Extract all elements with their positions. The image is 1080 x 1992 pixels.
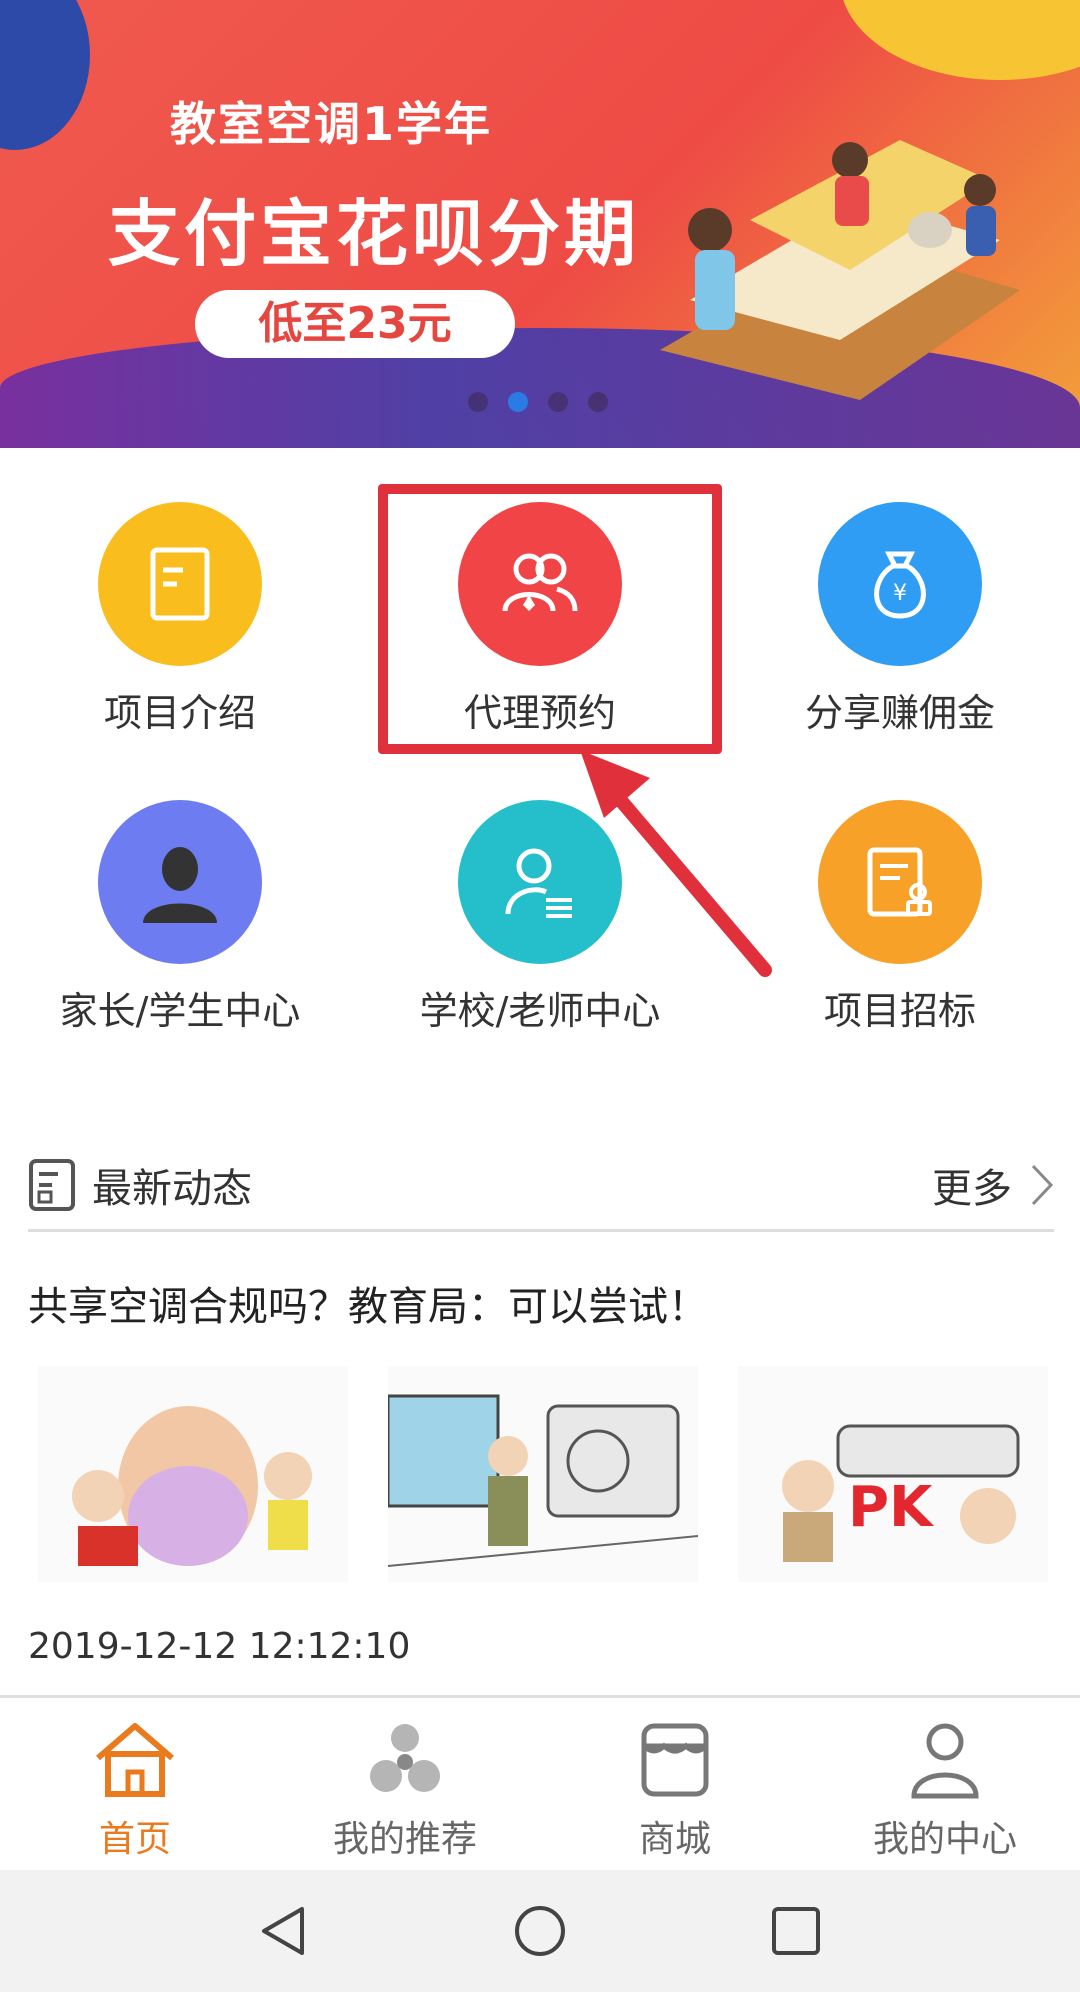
tab-my-recommendations[interactable]: 我的推荐 <box>270 1698 540 1870</box>
tab-label: 我的推荐 <box>332 1819 477 1860</box>
banner-decoration <box>0 0 90 150</box>
tab-home[interactable]: 首页 <box>0 1698 270 1870</box>
news-thumbnails[interactable]: PK <box>38 1366 1048 1582</box>
tab-label: 首页 <box>98 1819 171 1860</box>
person-silhouette-icon <box>98 800 262 964</box>
grid-item-label: 学校/老师中心 <box>419 989 661 1033</box>
tab-label: 我的中心 <box>872 1819 1017 1860</box>
grid-item-label: 项目招标 <box>823 989 976 1033</box>
tab-store[interactable]: 商城 <box>540 1698 810 1870</box>
news-thumbnail-pk[interactable]: PK <box>738 1366 1048 1582</box>
home-circle-icon[interactable] <box>512 1903 568 1959</box>
more-link[interactable]: 更多 <box>932 1156 1054 1214</box>
svg-text:¥: ¥ <box>893 581 907 606</box>
recommend-icon <box>370 1724 440 1792</box>
news-timestamp: 2019-12-12 12:12:10 <box>28 1626 411 1667</box>
document-icon <box>98 502 262 666</box>
banner-illustration <box>660 140 1020 400</box>
bottom-tab-bar: 首页 我的推荐 商城 我的中心 <box>0 1698 1080 1870</box>
grid-item-label: 家长/学生中心 <box>59 989 301 1033</box>
annotation-arrow <box>580 750 772 977</box>
news-headline[interactable]: 共享空调合规吗？教育局：可以尝试！ <box>28 1274 708 1332</box>
banner-headline: 教室空调1学年 <box>170 97 493 151</box>
banner-title: 支付宝花呗分期 <box>108 192 641 276</box>
back-icon[interactable] <box>256 1903 312 1959</box>
svg-text:PK: PK <box>848 1475 935 1540</box>
grid-item-label: 分享赚佣金 <box>804 691 995 735</box>
tab-label: 商城 <box>638 1819 711 1860</box>
tab-my-center[interactable]: 我的中心 <box>810 1698 1080 1870</box>
banner-price-pill: 低至23元 <box>195 290 515 358</box>
store-icon <box>641 1723 709 1797</box>
money-bag-icon: ¥ <box>818 502 982 666</box>
chevron-right-icon <box>1031 1164 1054 1205</box>
news-thumbnail-cartoon[interactable] <box>38 1366 348 1582</box>
recent-apps-icon[interactable] <box>768 1903 824 1959</box>
banner-pagination <box>468 392 608 412</box>
pagination-dot[interactable] <box>548 392 568 412</box>
banner-decoration <box>840 0 1080 80</box>
annotation-highlight-box <box>378 484 722 754</box>
promo-banner[interactable]: 教室空调1学年 支付宝花呗分期 低至23元 <box>0 0 1080 448</box>
news-section-header: 最新动态 更多 <box>28 1140 1054 1232</box>
pagination-dot[interactable] <box>588 392 608 412</box>
user-icon <box>911 1723 979 1799</box>
bid-document-icon <box>818 800 982 964</box>
grid-item-label: 项目介绍 <box>103 691 256 735</box>
pagination-dot-active[interactable] <box>508 392 528 412</box>
news-icon <box>29 1158 75 1211</box>
more-label: 更多 <box>932 1165 1012 1212</box>
news-thumbnail-aircon[interactable] <box>388 1366 698 1582</box>
system-navigation-bar <box>0 1870 1080 1992</box>
grid-item-project-intro[interactable]: 项目介绍 <box>0 502 360 737</box>
pagination-dot[interactable] <box>468 392 488 412</box>
news-section-title: 最新动态 <box>92 1165 252 1212</box>
home-icon <box>96 1723 174 1797</box>
grid-item-parent-student-center[interactable]: 家长/学生中心 <box>0 800 360 1035</box>
grid-item-share-commission[interactable]: ¥ 分享赚佣金 <box>720 502 1080 737</box>
